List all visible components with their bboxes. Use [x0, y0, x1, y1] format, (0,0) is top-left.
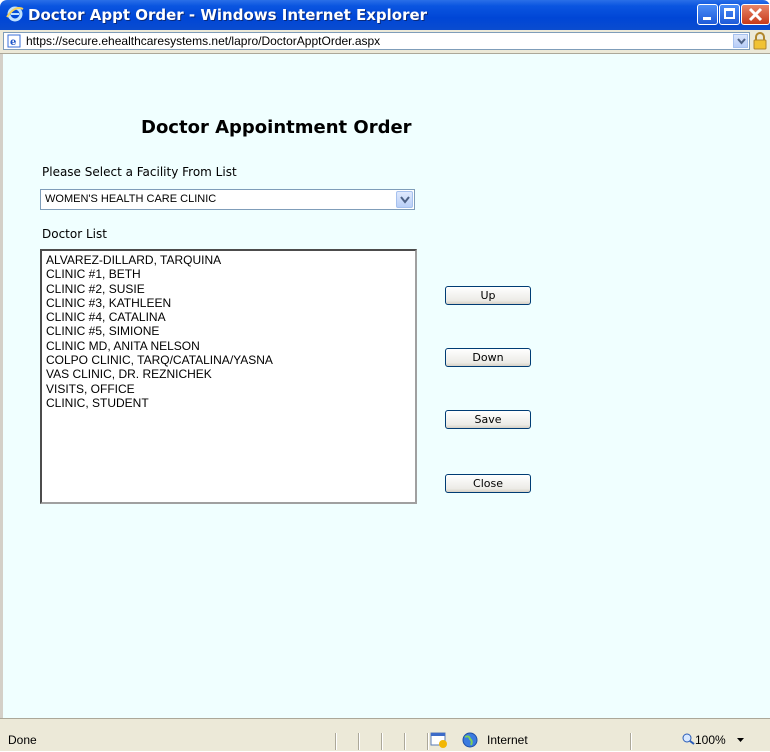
address-bar: e https://secure.ehealthcaresystems.net/…: [0, 30, 770, 54]
zone-icons: [430, 732, 479, 752]
doctor-list-item[interactable]: CLINIC, STUDENT: [42, 396, 273, 410]
chevron-down-icon[interactable]: [737, 738, 744, 743]
close-window-button[interactable]: [741, 4, 770, 25]
doctor-list-label: Doctor List: [42, 227, 107, 241]
facility-label: Please Select a Facility From List: [42, 165, 237, 179]
status-text: Done: [8, 733, 37, 747]
doctor-list-item[interactable]: ALVAREZ-DILLARD, TARQUINA: [42, 253, 273, 267]
zoom-icon: [682, 733, 695, 745]
lock-icon[interactable]: [753, 32, 767, 50]
doctor-list-item[interactable]: COLPO CLINIC, TARQ/CATALINA/YASNA: [42, 353, 273, 367]
doctor-list-item[interactable]: CLINIC #5, SIMIONE: [42, 324, 273, 338]
doctor-list-item[interactable]: CLINIC #3, KATHLEEN: [42, 296, 273, 310]
minimize-button[interactable]: [697, 4, 718, 25]
status-divider: [427, 733, 429, 750]
save-button[interactable]: Save: [445, 410, 531, 429]
doctor-list-item[interactable]: VAS CLINIC, DR. REZNICHEK: [42, 367, 273, 381]
maximize-icon: [724, 8, 735, 19]
page-title: Doctor Appointment Order: [141, 117, 412, 138]
chevron-down-icon: [737, 38, 746, 45]
popup-blocked-icon[interactable]: [430, 732, 448, 748]
doctor-list-item[interactable]: CLINIC #2, SUSIE: [42, 282, 273, 296]
chevron-down-icon: [400, 196, 410, 204]
close-icon: [748, 7, 763, 22]
ie-logo-icon: [6, 6, 24, 22]
facility-dropdown-button[interactable]: [396, 191, 413, 208]
title-bar[interactable]: Doctor Appt Order - Windows Internet Exp…: [0, 0, 770, 30]
facility-selected-value: WOMEN'S HEALTH CARE CLINIC: [45, 193, 217, 205]
zoom-level[interactable]: 100%: [682, 733, 726, 747]
address-dropdown-button[interactable]: [733, 34, 748, 48]
doctor-listbox[interactable]: ALVAREZ-DILLARD, TARQUINA CLINIC #1, BETH…: [40, 249, 417, 504]
move-up-button[interactable]: Up: [445, 286, 531, 305]
doctor-list-item[interactable]: VISITS, OFFICE: [42, 382, 273, 396]
maximize-button[interactable]: [719, 4, 740, 25]
status-divider: [381, 733, 383, 750]
doctor-list-item[interactable]: CLINIC #4, CATALINA: [42, 310, 273, 324]
minimize-icon: [703, 17, 711, 20]
svg-text:e: e: [10, 37, 16, 48]
status-bar: Done Internet 100%: [0, 718, 770, 751]
status-divider: [335, 733, 337, 750]
status-divider: [404, 733, 406, 750]
window-title: Doctor Appt Order - Windows Internet Exp…: [28, 6, 428, 24]
close-button[interactable]: Close: [445, 474, 531, 493]
move-down-button[interactable]: Down: [445, 348, 531, 367]
doctor-list-item[interactable]: CLINIC #1, BETH: [42, 267, 273, 281]
page-content: Doctor Appointment Order Please Select a…: [0, 54, 770, 718]
facility-select[interactable]: WOMEN'S HEALTH CARE CLINIC: [40, 189, 415, 210]
doctor-list-items: ALVAREZ-DILLARD, TARQUINA CLINIC #1, BETH…: [42, 253, 273, 410]
page-icon: e: [7, 34, 21, 48]
security-zone[interactable]: Internet: [487, 733, 528, 747]
doctor-list-item[interactable]: CLINIC MD, ANITA NELSON: [42, 339, 273, 353]
address-input[interactable]: e https://secure.ehealthcaresystems.net/…: [3, 32, 750, 50]
status-divider: [358, 733, 360, 750]
zoom-value: 100%: [695, 733, 726, 747]
globe-icon: [462, 732, 478, 748]
ie-window: Doctor Appt Order - Windows Internet Exp…: [0, 0, 770, 751]
address-url: https://secure.ehealthcaresystems.net/la…: [26, 34, 381, 48]
status-divider: [630, 733, 632, 750]
